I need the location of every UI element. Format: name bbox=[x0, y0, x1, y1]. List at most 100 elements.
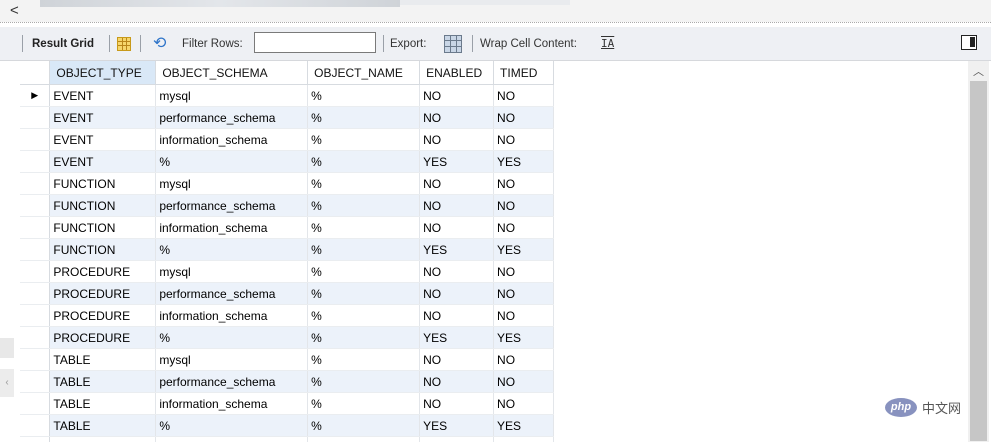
table-row[interactable]: FUNCTION performance_schema% NO NO bbox=[20, 194, 554, 217]
cell-object-name[interactable]: % bbox=[307, 326, 421, 349]
cell-object-type[interactable]: TRIGGER bbox=[49, 436, 157, 442]
cell-object-schema[interactable]: % bbox=[155, 150, 309, 173]
cell-timed[interactable]: NO bbox=[493, 304, 554, 327]
table-row[interactable]: EVENT%% YES YES bbox=[20, 150, 554, 173]
cell-timed[interactable]: NO bbox=[493, 216, 554, 239]
table-row[interactable]: TABLE performance_schema% NO NO bbox=[20, 370, 554, 393]
cell-object-schema[interactable]: performance_schema bbox=[155, 106, 309, 129]
cell-object-schema[interactable]: mysql bbox=[155, 348, 309, 371]
cell-object-schema[interactable]: % bbox=[155, 326, 309, 349]
cell-enabled[interactable]: YES bbox=[419, 414, 495, 437]
row-selector[interactable] bbox=[20, 370, 51, 393]
splitter-handle[interactable] bbox=[0, 22, 991, 26]
cell-timed[interactable]: NO bbox=[493, 172, 554, 195]
cell-object-name[interactable]: % bbox=[307, 282, 421, 305]
cell-timed[interactable]: NO bbox=[493, 194, 554, 217]
cell-object-name[interactable]: % bbox=[307, 392, 421, 415]
cell-enabled[interactable]: NO bbox=[419, 370, 495, 393]
row-selector[interactable] bbox=[20, 326, 51, 349]
row-selector[interactable] bbox=[20, 414, 51, 437]
table-row[interactable]: TABLE mysql% NO NO bbox=[20, 348, 554, 371]
table-row[interactable]: EVENT information_schema% NO NO bbox=[20, 128, 554, 151]
cell-object-type[interactable]: FUNCTION bbox=[49, 216, 157, 239]
table-row[interactable]: FUNCTION information_schema% NO NO bbox=[20, 216, 554, 239]
filter-rows-input[interactable] bbox=[254, 32, 376, 53]
cell-object-schema[interactable]: performance_schema bbox=[155, 194, 309, 217]
cell-object-type[interactable]: FUNCTION bbox=[49, 238, 157, 261]
table-row[interactable]: EVENT performance_schema% NO NO bbox=[20, 106, 554, 129]
cell-timed[interactable]: NO bbox=[493, 84, 554, 107]
cell-object-name[interactable]: % bbox=[307, 106, 421, 129]
cell-enabled[interactable]: YES bbox=[419, 150, 495, 173]
cell-timed[interactable]: NO bbox=[493, 260, 554, 283]
cell-object-schema[interactable]: information_schema bbox=[155, 128, 309, 151]
cell-object-name[interactable]: % bbox=[307, 348, 421, 371]
table-row[interactable]: PROCEDURE information_schema% NO NO bbox=[20, 304, 554, 327]
row-selector[interactable] bbox=[20, 172, 51, 195]
cell-object-name[interactable]: % bbox=[307, 172, 421, 195]
row-selector-header[interactable] bbox=[20, 61, 51, 85]
scroll-up-arrow-icon[interactable]: ︿ bbox=[973, 63, 984, 79]
cell-object-type[interactable]: PROCEDURE bbox=[49, 282, 157, 305]
cell-timed[interactable]: NO bbox=[493, 128, 554, 151]
column-header-object-type[interactable]: OBJECT_TYPE bbox=[49, 61, 157, 85]
column-header-object-name[interactable]: OBJECT_NAME bbox=[307, 61, 421, 85]
cell-timed[interactable]: NO bbox=[493, 370, 554, 393]
cell-enabled[interactable]: NO bbox=[419, 260, 495, 283]
row-selector[interactable] bbox=[20, 194, 51, 217]
vertical-scrollbar[interactable]: ︿ bbox=[968, 61, 989, 442]
cell-enabled[interactable]: YES bbox=[419, 326, 495, 349]
cell-object-type[interactable]: EVENT bbox=[49, 106, 157, 129]
cell-object-type[interactable]: FUNCTION bbox=[49, 194, 157, 217]
cell-timed[interactable]: YES bbox=[493, 326, 554, 349]
cell-enabled[interactable]: NO bbox=[419, 348, 495, 371]
cell-enabled[interactable]: NO bbox=[419, 216, 495, 239]
cell-object-schema[interactable]: mysql bbox=[155, 436, 309, 442]
cell-object-type[interactable]: TABLE bbox=[49, 392, 157, 415]
table-row[interactable]: TRIGGERmysql%NONO bbox=[20, 436, 554, 442]
export-button[interactable] bbox=[444, 27, 462, 60]
cell-object-type[interactable]: TABLE bbox=[49, 348, 157, 371]
cell-object-name[interactable]: % bbox=[307, 194, 421, 217]
cell-enabled[interactable]: NO bbox=[419, 282, 495, 305]
cell-object-type[interactable]: EVENT bbox=[49, 84, 157, 107]
cell-object-name[interactable]: % bbox=[307, 128, 421, 151]
row-selector[interactable] bbox=[20, 216, 51, 239]
row-selector[interactable] bbox=[20, 348, 51, 371]
column-header-enabled[interactable]: ENABLED bbox=[419, 61, 495, 85]
row-selector[interactable] bbox=[20, 392, 51, 415]
scrollbar-thumb[interactable] bbox=[970, 81, 987, 441]
cell-enabled[interactable]: NO bbox=[419, 392, 495, 415]
cell-object-schema[interactable]: performance_schema bbox=[155, 282, 309, 305]
table-row[interactable]: FUNCTION mysql% NO NO bbox=[20, 172, 554, 195]
cell-object-type[interactable]: TABLE bbox=[49, 414, 157, 437]
cell-object-name[interactable]: % bbox=[307, 260, 421, 283]
cell-object-schema[interactable]: information_schema bbox=[155, 392, 309, 415]
cell-timed[interactable]: NO bbox=[493, 282, 554, 305]
cell-timed[interactable]: NO bbox=[493, 436, 554, 442]
cell-object-name[interactable]: % bbox=[307, 216, 421, 239]
cell-timed[interactable]: NO bbox=[493, 106, 554, 129]
result-grid[interactable]: OBJECT_TYPE OBJECT_SCHEMA OBJECT_NAME EN… bbox=[20, 61, 554, 442]
cell-object-type[interactable]: PROCEDURE bbox=[49, 326, 157, 349]
cell-object-type[interactable]: EVENT bbox=[49, 150, 157, 173]
column-header-timed[interactable]: TIMED bbox=[493, 61, 554, 85]
scroll-left-arrow-icon[interactable]: < bbox=[10, 2, 19, 19]
cell-enabled[interactable]: NO bbox=[419, 194, 495, 217]
table-row[interactable]: FUNCTION%% YES YES bbox=[20, 238, 554, 261]
cell-timed[interactable]: YES bbox=[493, 150, 554, 173]
cell-enabled[interactable]: NO bbox=[419, 436, 495, 442]
current-row-marker-icon[interactable]: ▶ bbox=[20, 84, 51, 107]
table-row[interactable]: TABLE%% YES YES bbox=[20, 414, 554, 437]
cell-enabled[interactable]: YES bbox=[419, 238, 495, 261]
wrap-cell-content-button[interactable]: IA bbox=[601, 27, 614, 60]
table-row[interactable]: PROCEDURE performance_schema% NO NO bbox=[20, 282, 554, 305]
cell-object-schema[interactable]: performance_schema bbox=[155, 370, 309, 393]
row-selector[interactable] bbox=[20, 106, 51, 129]
result-grid-tab[interactable]: Result Grid bbox=[32, 27, 94, 60]
cell-object-type[interactable]: PROCEDURE bbox=[49, 304, 157, 327]
cell-object-name[interactable]: % bbox=[307, 370, 421, 393]
row-selector[interactable] bbox=[20, 282, 51, 305]
row-selector[interactable] bbox=[20, 150, 51, 173]
cell-object-name[interactable]: % bbox=[307, 436, 421, 442]
